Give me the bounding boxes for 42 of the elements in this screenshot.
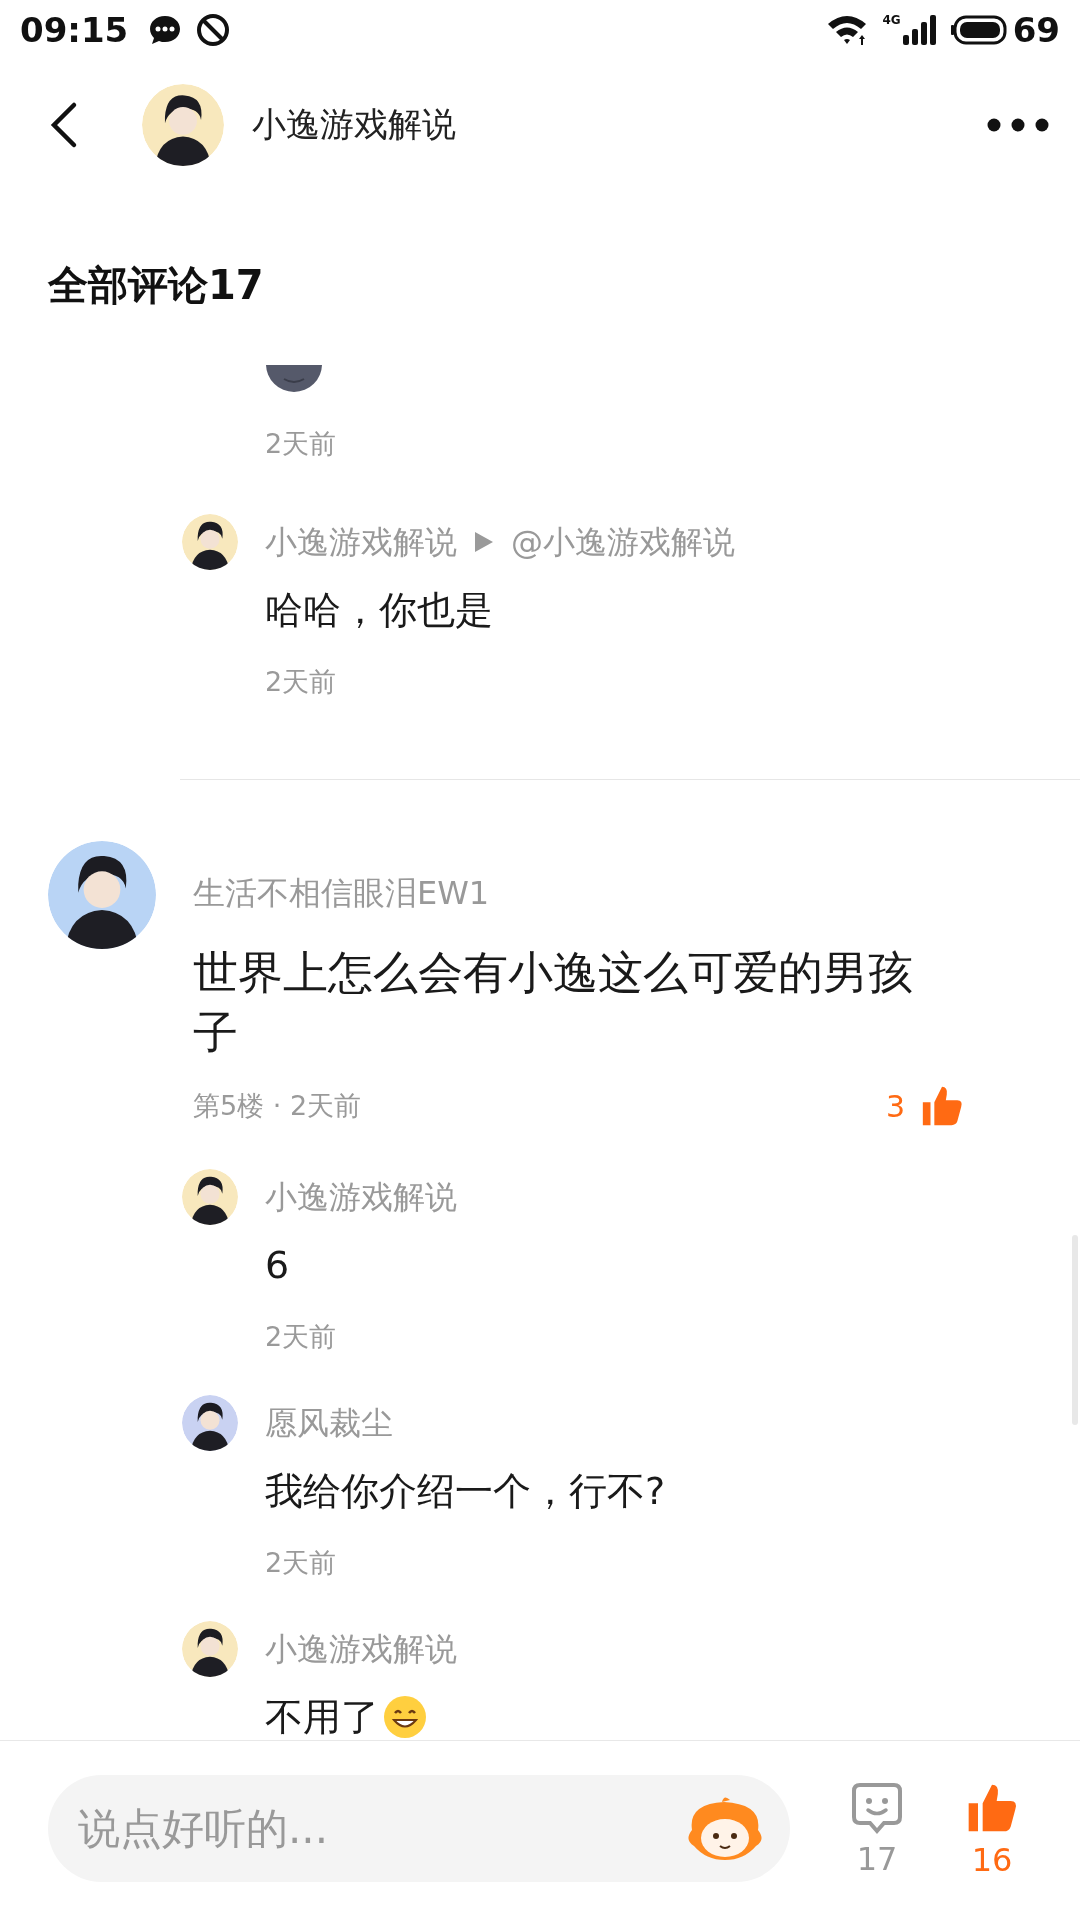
reply-text: 6	[265, 1242, 290, 1289]
comment-count: 17	[856, 1840, 898, 1877]
do-not-disturb-icon	[196, 13, 231, 47]
comment-time: 2天前	[265, 1320, 338, 1354]
comment-time: 2天前	[265, 665, 338, 699]
comment-input-field[interactable]: 说点好听的...	[76, 1803, 684, 1854]
username[interactable]: 小逸游戏解说	[265, 520, 457, 564]
comment-time: 2天前	[265, 1546, 338, 1580]
comment-time: 2天前	[264, 427, 338, 461]
username[interactable]: 小逸游戏解说	[265, 1175, 457, 1219]
username[interactable]: 小逸游戏解说	[265, 1627, 457, 1671]
section-title: 全部评论17	[48, 261, 265, 310]
comment-icon[interactable]	[850, 1780, 904, 1835]
avatar-icon[interactable]	[182, 1395, 238, 1451]
more-icon[interactable]	[986, 117, 1050, 133]
avatar-icon[interactable]	[182, 1169, 238, 1225]
avatar-icon[interactable]	[142, 84, 224, 166]
username[interactable]: 愿风裁尘	[265, 1401, 393, 1445]
triangle-icon	[475, 532, 493, 552]
chat-bubble-icon	[148, 14, 183, 46]
emoji-icon	[265, 365, 323, 393]
reply-text: 不用了	[265, 1694, 379, 1740]
comment-text: 世界上怎么会有小逸这么可爱的男孩子	[193, 945, 914, 1061]
signal-icon	[902, 15, 937, 45]
avatar-icon[interactable]	[182, 514, 238, 570]
network-label: 4G	[882, 14, 901, 26]
comment-field[interactable]: 说点好听的...	[48, 1775, 790, 1882]
battery-level: 69	[1012, 10, 1060, 50]
avatar-icon[interactable]	[182, 1621, 238, 1677]
like-count: 3	[885, 1088, 905, 1124]
channel-name: 小逸游戏解说	[252, 103, 456, 146]
wifi-icon	[826, 13, 869, 47]
username[interactable]: 生活不相信眼泪EW1	[193, 871, 490, 915]
reply-text: 哈哈，你也是	[265, 587, 493, 634]
battery-icon	[950, 15, 1007, 45]
back-icon[interactable]	[50, 101, 78, 149]
comment-meta: 第5楼 · 2天前	[193, 1089, 363, 1123]
avatar-icon[interactable]	[48, 841, 156, 949]
mention-link[interactable]: @小逸游戏解说	[511, 520, 735, 564]
clock: 09:15	[20, 10, 129, 50]
like-count: 16	[971, 1841, 1013, 1878]
reply-text: 我给你介绍一个，行不?	[265, 1468, 666, 1515]
